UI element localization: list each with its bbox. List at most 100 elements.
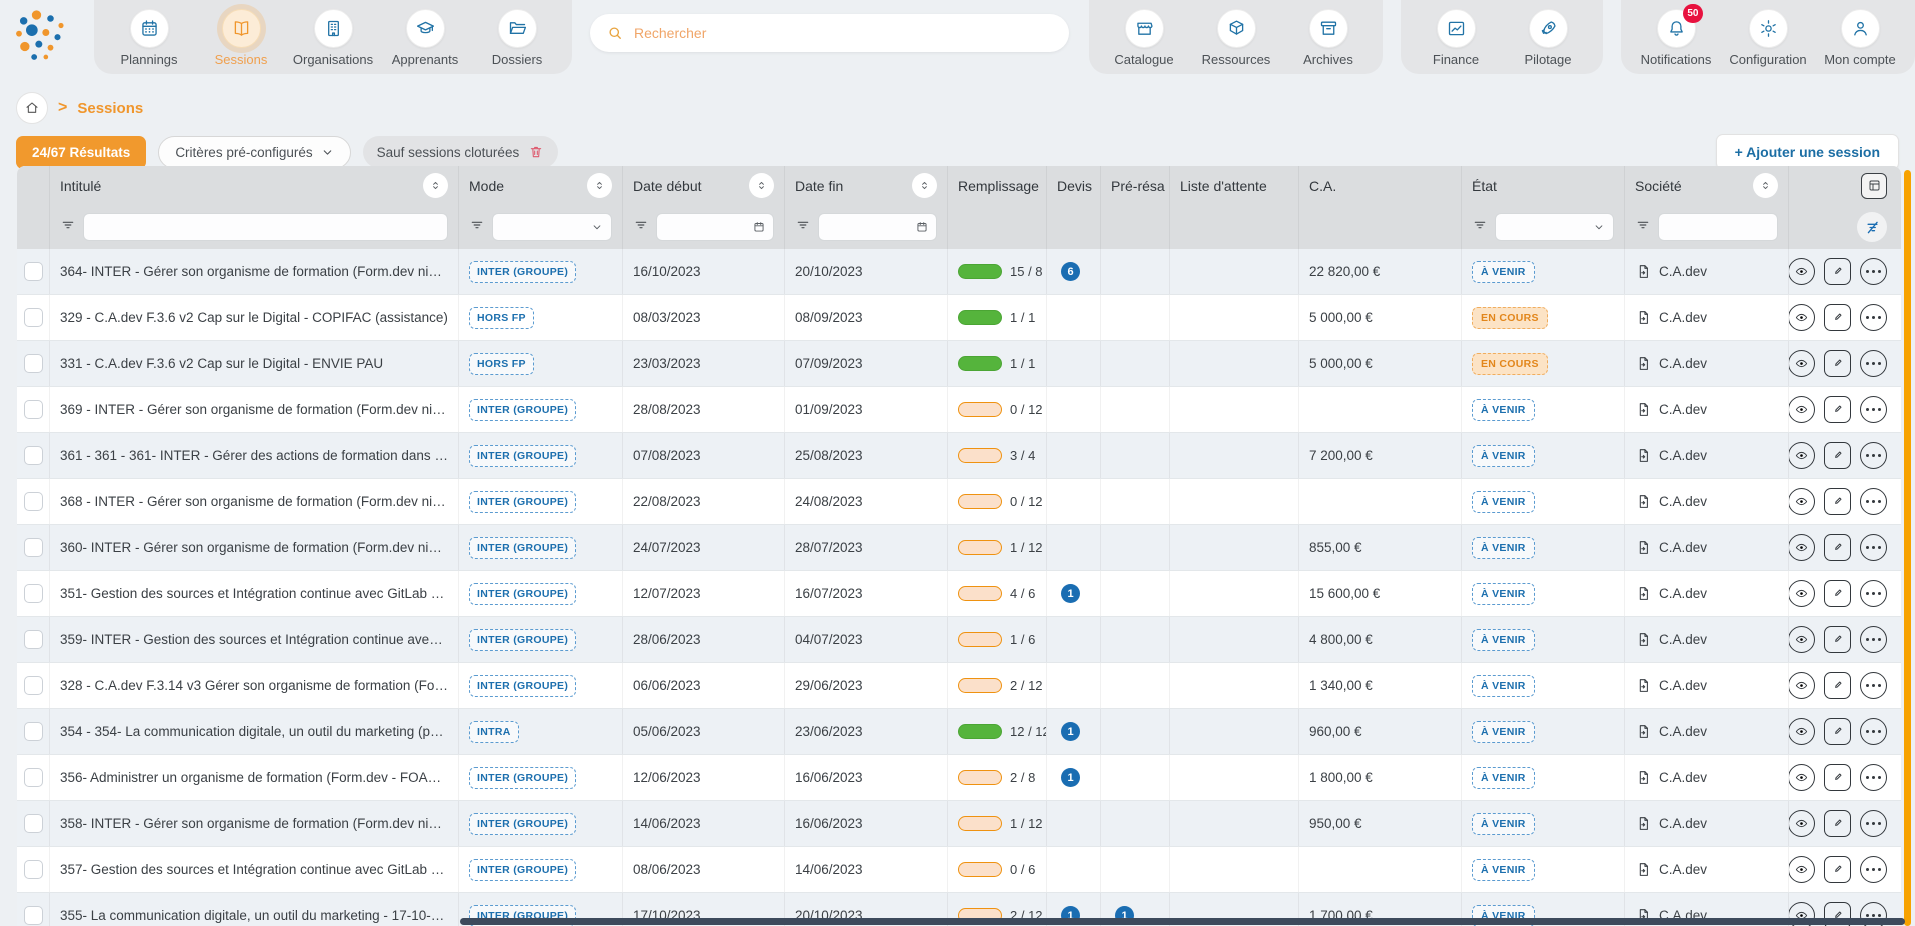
search-input[interactable] xyxy=(634,25,1053,41)
vertical-scrollbar[interactable] xyxy=(1904,170,1911,926)
session-row[interactable]: 328 - C.A.dev F.3.14 v3 Gérer son organi… xyxy=(17,663,1901,709)
session-row[interactable]: 369 - INTER - Gérer son organisme de for… xyxy=(17,387,1901,433)
session-row[interactable]: 359- INTER - Gestion des sources et Inté… xyxy=(17,617,1901,663)
view-session-button[interactable] xyxy=(1789,580,1815,607)
view-session-button[interactable] xyxy=(1789,626,1815,653)
edit-session-button[interactable] xyxy=(1824,258,1851,285)
session-row[interactable]: 356- Administrer un organisme de formati… xyxy=(17,755,1901,801)
view-session-button[interactable] xyxy=(1789,672,1815,699)
sort-button-mode[interactable] xyxy=(587,173,612,198)
edit-session-button[interactable] xyxy=(1824,488,1851,515)
filter-select-value[interactable] xyxy=(500,220,585,235)
breadcrumb-home-button[interactable] xyxy=(16,92,48,124)
view-session-button[interactable] xyxy=(1789,396,1815,423)
filter-select-etat[interactable] xyxy=(1495,213,1614,241)
more-actions-button[interactable] xyxy=(1860,626,1887,653)
session-row[interactable]: 354 - 354- La communication digitale, un… xyxy=(17,709,1901,755)
nav-item-plannings[interactable]: Plannings xyxy=(106,9,192,67)
nav-item-archives[interactable]: Archives xyxy=(1285,9,1371,67)
preconfigured-criteria-dropdown[interactable]: Critères pré-configurés xyxy=(158,136,350,169)
view-session-button[interactable] xyxy=(1789,304,1815,331)
edit-session-button[interactable] xyxy=(1824,810,1851,837)
row-checkbox[interactable] xyxy=(24,768,43,787)
row-checkbox[interactable] xyxy=(24,308,43,327)
edit-session-button[interactable] xyxy=(1824,626,1851,653)
row-checkbox[interactable] xyxy=(24,676,43,695)
more-actions-button[interactable] xyxy=(1860,580,1887,607)
edit-session-button[interactable] xyxy=(1824,856,1851,883)
view-session-button[interactable] xyxy=(1789,258,1815,285)
more-actions-button[interactable] xyxy=(1860,442,1887,469)
filter-date-start[interactable] xyxy=(656,213,774,241)
session-row[interactable]: 364- INTER - Gérer son organisme de form… xyxy=(17,249,1901,295)
filter-menu-button-end[interactable] xyxy=(795,217,811,238)
more-actions-button[interactable] xyxy=(1860,856,1887,883)
edit-session-button[interactable] xyxy=(1824,350,1851,377)
more-actions-button[interactable] xyxy=(1860,396,1887,423)
view-session-button[interactable] xyxy=(1789,810,1815,837)
nav-item-dossiers[interactable]: Dossiers xyxy=(474,9,560,67)
more-actions-button[interactable] xyxy=(1860,350,1887,377)
edit-session-button[interactable] xyxy=(1824,442,1851,469)
column-settings-button[interactable] xyxy=(1861,173,1887,199)
view-session-button[interactable] xyxy=(1789,534,1815,561)
sort-button-title[interactable] xyxy=(423,173,448,198)
row-checkbox[interactable] xyxy=(24,722,43,741)
edit-session-button[interactable] xyxy=(1824,396,1851,423)
nav-item-ressources[interactable]: Ressources xyxy=(1193,9,1279,67)
more-actions-button[interactable] xyxy=(1860,764,1887,791)
nav-item-finance[interactable]: Finance xyxy=(1413,9,1499,67)
row-checkbox[interactable] xyxy=(24,262,43,281)
filter-menu-button-start[interactable] xyxy=(633,217,649,238)
nav-item-sessions[interactable]: Sessions xyxy=(198,9,284,67)
edit-session-button[interactable] xyxy=(1824,534,1851,561)
devis-count-badge[interactable]: 1 xyxy=(1061,584,1080,603)
row-checkbox[interactable] xyxy=(24,446,43,465)
filter-date-input[interactable] xyxy=(664,220,747,235)
edit-session-button[interactable] xyxy=(1824,304,1851,331)
more-actions-button[interactable] xyxy=(1860,488,1887,515)
session-row[interactable]: 361 - 361 - 361- INTER - Gérer des actio… xyxy=(17,433,1901,479)
row-checkbox[interactable] xyxy=(24,630,43,649)
row-checkbox[interactable] xyxy=(24,584,43,603)
add-session-button[interactable]: + Ajouter une session xyxy=(1716,134,1899,170)
filter-input-societe[interactable] xyxy=(1658,213,1778,241)
nav-item-pilotage[interactable]: Pilotage xyxy=(1505,9,1591,67)
app-logo[interactable] xyxy=(12,8,68,64)
trash-icon[interactable] xyxy=(528,144,544,160)
view-session-button[interactable] xyxy=(1789,764,1815,791)
edit-session-button[interactable] xyxy=(1824,718,1851,745)
nav-item-catalogue[interactable]: Catalogue xyxy=(1101,9,1187,67)
session-row[interactable]: 358- INTER - Gérer son organisme de form… xyxy=(17,801,1901,847)
more-actions-button[interactable] xyxy=(1860,672,1887,699)
more-actions-button[interactable] xyxy=(1860,718,1887,745)
more-actions-button[interactable] xyxy=(1860,304,1887,331)
view-session-button[interactable] xyxy=(1789,718,1815,745)
more-actions-button[interactable] xyxy=(1860,534,1887,561)
edit-session-button[interactable] xyxy=(1824,764,1851,791)
sort-button-societe[interactable] xyxy=(1753,173,1778,198)
filter-text-input[interactable] xyxy=(1666,220,1770,235)
results-count-button[interactable]: 24/67 Résultats xyxy=(16,136,146,169)
edit-session-button[interactable] xyxy=(1824,580,1851,607)
filter-select-mode[interactable] xyxy=(492,213,612,241)
filter-menu-button-mode[interactable] xyxy=(469,217,485,238)
view-session-button[interactable] xyxy=(1789,488,1815,515)
row-checkbox[interactable] xyxy=(24,906,43,925)
filter-menu-button-etat[interactable] xyxy=(1472,217,1488,238)
sort-button-start[interactable] xyxy=(749,173,774,198)
filter-menu-button-societe[interactable] xyxy=(1635,217,1651,238)
filter-chip-exclude-closed[interactable]: Sauf sessions cloturées xyxy=(363,136,559,168)
view-session-button[interactable] xyxy=(1789,442,1815,469)
nav-item-organisations[interactable]: Organisations xyxy=(290,9,376,67)
session-row[interactable]: 360- INTER - Gérer son organisme de form… xyxy=(17,525,1901,571)
nav-item-apprenants[interactable]: Apprenants xyxy=(382,9,468,67)
session-row[interactable]: 368 - INTER - Gérer son organisme de for… xyxy=(17,479,1901,525)
nav-item-configuration[interactable]: Configuration xyxy=(1725,9,1811,67)
row-checkbox[interactable] xyxy=(24,814,43,833)
filter-date-end[interactable] xyxy=(818,213,937,241)
edit-session-button[interactable] xyxy=(1824,672,1851,699)
nav-item-notifications[interactable]: 50Notifications xyxy=(1633,9,1719,67)
clear-filters-button[interactable] xyxy=(1857,212,1887,242)
filter-select-value[interactable] xyxy=(1503,220,1587,235)
